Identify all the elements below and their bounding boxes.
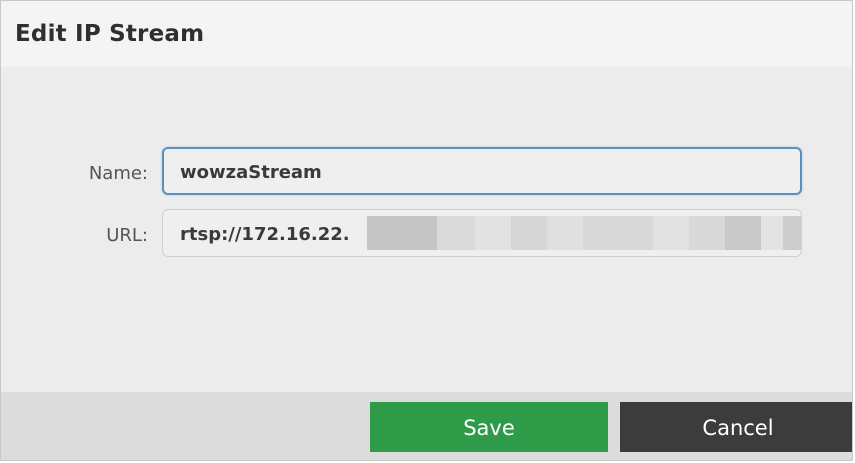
dialog-footer: Save Cancel (1, 392, 852, 460)
url-label: URL: (106, 225, 148, 246)
name-input-value: wowzaStream (180, 162, 322, 183)
name-input[interactable]: wowzaStream (162, 147, 802, 195)
save-button[interactable]: Save (370, 402, 608, 452)
cancel-button[interactable]: Cancel (620, 402, 852, 452)
dialog-header: Edit IP Stream (1, 1, 852, 67)
dialog-title: Edit IP Stream (15, 21, 205, 47)
name-label: Name: (88, 163, 148, 184)
url-input-value: rtsp://172.16.22. (180, 224, 350, 245)
dialog-body: Name: wowzaStream URL: rtsp://172.16.22. (1, 67, 852, 394)
url-input[interactable]: rtsp://172.16.22. (162, 209, 802, 257)
edit-ip-stream-dialog: Edit IP Stream Name: wowzaStream URL: rt… (0, 0, 853, 461)
